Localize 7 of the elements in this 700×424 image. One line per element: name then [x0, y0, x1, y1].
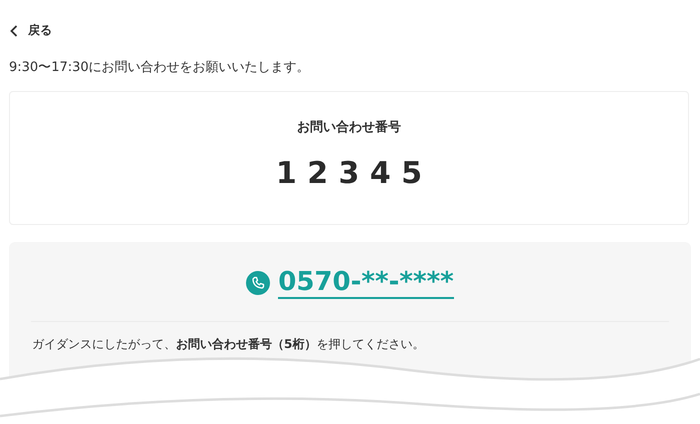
chevron-left-icon	[10, 24, 18, 36]
back-link[interactable]: 戻る	[10, 22, 52, 39]
card-title: お問い合わせ番号	[297, 119, 401, 136]
phone-icon	[246, 271, 270, 296]
inquiry-number: 1 2 3 4 5	[276, 156, 422, 191]
hours-notice: 9:30〜17:30にお問い合わせをお願いいたします。	[9, 59, 310, 76]
instruction-text: ガイダンスにしたがって、お問い合わせ番号（5桁）を押してください。	[32, 336, 426, 353]
